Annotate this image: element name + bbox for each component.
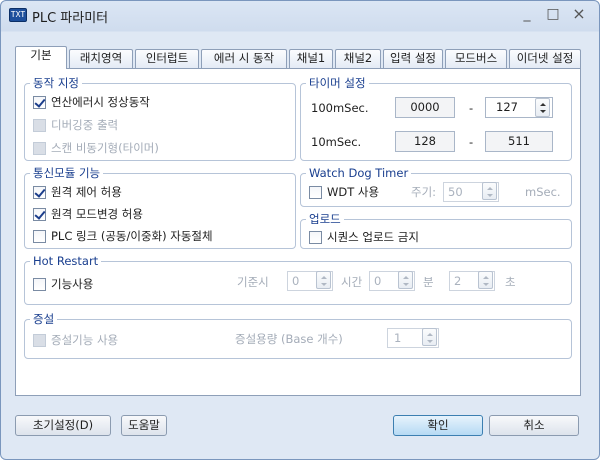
tab-basic[interactable]: 기본 xyxy=(15,46,67,69)
hot-restart-group: Hot Restart 기능사용 기준시 0 시간 0 분 2 초 xyxy=(24,254,572,305)
expansion-group: 증설 증설기능 사용 증설용량 (Base 개수) 1 xyxy=(24,312,572,359)
hour-label: 시간 xyxy=(341,275,363,289)
title-bar[interactable]: TXT PLC 파라미터 _ □ × xyxy=(1,1,599,29)
tab-channel2[interactable]: 채널2 xyxy=(335,49,381,68)
timer-group: 타이머 설정 100mSec. 0000 - 127 10mSec. 128 -… xyxy=(300,76,572,161)
checkbox-icon[interactable] xyxy=(33,207,46,221)
tab-strip: 기본 래치영역 인터럽트 에러 시 동작 채널1 채널2 입력 설정 모드버스 … xyxy=(15,46,581,69)
checkbox-error-continue[interactable]: 연산에러시 정상동작 xyxy=(33,94,150,110)
tab-channel1[interactable]: 채널1 xyxy=(289,49,333,68)
comm-module-legend: 통신모듈 기능 xyxy=(30,166,104,180)
watchdog-group: Watch Dog Timer WDT 사용 주기: 50 mSec. xyxy=(300,166,572,207)
checkbox-label: 디버깅중 출력 xyxy=(51,118,119,132)
tab-latch-area[interactable]: 래치영역 xyxy=(69,49,133,68)
close-button[interactable]: × xyxy=(567,5,591,23)
minute-label: 분 xyxy=(423,275,434,289)
tab-input-settings[interactable]: 입력 설정 xyxy=(383,49,443,68)
checkbox-label: 연산에러시 정상동작 xyxy=(51,95,150,109)
operation-legend: 동작 지정 xyxy=(30,76,82,90)
checkbox-icon[interactable] xyxy=(33,118,46,132)
app-icon: TXT xyxy=(9,8,27,22)
watchdog-legend: Watch Dog Timer xyxy=(306,166,412,180)
ok-button[interactable]: 확인 xyxy=(393,415,483,436)
timer-10ms-dash: - xyxy=(469,135,474,149)
upload-group: 업로드 시퀀스 업로드 금지 xyxy=(300,212,572,249)
checkbox-wdt-enable[interactable]: WDT 사용 xyxy=(309,184,379,200)
window-title: PLC 파라미터 xyxy=(32,11,109,26)
checkbox-label: 증설기능 사용 xyxy=(51,333,119,347)
checkbox-label: PLC 링크 (공동/이중화) 자동절체 xyxy=(51,229,213,243)
checkbox-icon[interactable] xyxy=(33,141,46,155)
timer-100ms-label: 100mSec. xyxy=(311,101,369,115)
minimize-button[interactable]: _ xyxy=(515,5,539,23)
checkbox-icon[interactable] xyxy=(309,185,322,199)
checkbox-icon[interactable] xyxy=(33,333,46,347)
checkbox-scan-async[interactable]: 스캔 비동기형(타이머) xyxy=(33,140,159,156)
expansion-legend: 증설 xyxy=(30,312,58,326)
comm-module-group: 통신모듈 기능 원격 제어 허용 원격 모드변경 허용 PLC 링크 (공동/이… xyxy=(24,166,296,249)
checkbox-icon[interactable] xyxy=(309,230,322,244)
tab-panel-basic: 동작 지정 연산에러시 정상동작 디버깅중 출력 스캔 비동기형(타이머) 타이… xyxy=(15,68,581,396)
hour-spinner[interactable] xyxy=(398,271,413,289)
checkbox-debug-output[interactable]: 디버깅중 출력 xyxy=(33,117,118,133)
checkbox-hot-restart-enable[interactable]: 기능사용 xyxy=(33,276,93,292)
base-time-label: 기준시 xyxy=(237,275,269,289)
checkbox-label: 기능사용 xyxy=(51,277,94,291)
hot-restart-legend: Hot Restart xyxy=(30,254,102,268)
plc-parameter-dialog: TXT PLC 파라미터 _ □ × 기본 래치영역 인터럽트 에러 시 동작 … xyxy=(0,0,600,460)
timer-10ms-to: 511 xyxy=(485,131,553,152)
timer-100ms-spinner[interactable] xyxy=(535,98,550,117)
checkbox-remote-control[interactable]: 원격 제어 허용 xyxy=(33,184,122,200)
wdt-unit-label: mSec. xyxy=(525,185,561,199)
minute-spinner[interactable] xyxy=(478,271,493,289)
checkbox-icon[interactable] xyxy=(33,277,46,291)
checkbox-plc-link-auto-switch[interactable]: PLC 링크 (공동/이중화) 자동절체 xyxy=(33,228,213,244)
reset-defaults-button[interactable]: 초기설정(D) xyxy=(15,415,111,436)
operation-group: 동작 지정 연산에러시 정상동작 디버깅중 출력 스캔 비동기형(타이머) xyxy=(24,76,296,161)
help-button[interactable]: 도움말 xyxy=(121,415,167,436)
cancel-button[interactable]: 취소 xyxy=(489,415,579,436)
base-time-spinner[interactable] xyxy=(316,271,331,289)
checkbox-label: WDT 사용 xyxy=(327,185,380,199)
checkbox-expansion-enable[interactable]: 증설기능 사용 xyxy=(33,332,118,348)
tab-error-action[interactable]: 에러 시 동작 xyxy=(201,49,287,68)
checkbox-icon[interactable] xyxy=(33,95,46,109)
tab-ethernet-settings[interactable]: 이더넷 설정 xyxy=(509,49,581,68)
checkbox-icon[interactable] xyxy=(33,185,46,199)
maximize-button[interactable]: □ xyxy=(541,5,565,23)
timer-legend: 타이머 설정 xyxy=(306,76,369,90)
timer-100ms-from: 0000 xyxy=(395,97,455,118)
checkbox-icon[interactable] xyxy=(33,229,46,243)
timer-10ms-label: 10mSec. xyxy=(311,135,362,149)
timer-10ms-from: 128 xyxy=(395,131,455,152)
second-label: 초 xyxy=(505,275,516,289)
checkbox-label: 시퀀스 업로드 금지 xyxy=(327,230,419,244)
checkbox-label: 원격 모드변경 허용 xyxy=(51,207,143,221)
wdt-period-label: 주기: xyxy=(411,185,437,199)
tab-modbus[interactable]: 모드버스 xyxy=(445,49,507,68)
wdt-period-spinner[interactable] xyxy=(482,182,497,200)
expansion-capacity-label: 증설용량 (Base 개수) xyxy=(235,332,343,346)
expansion-capacity-spinner[interactable] xyxy=(422,328,437,346)
upload-legend: 업로드 xyxy=(306,212,344,226)
timer-100ms-dash: - xyxy=(469,101,474,115)
checkbox-label: 스캔 비동기형(타이머) xyxy=(51,141,159,155)
checkbox-remote-mode-change[interactable]: 원격 모드변경 허용 xyxy=(33,206,143,222)
tab-interrupt[interactable]: 인터럽트 xyxy=(135,49,199,68)
checkbox-label: 원격 제어 허용 xyxy=(51,185,122,199)
checkbox-sequence-upload-block[interactable]: 시퀀스 업로드 금지 xyxy=(309,229,419,245)
